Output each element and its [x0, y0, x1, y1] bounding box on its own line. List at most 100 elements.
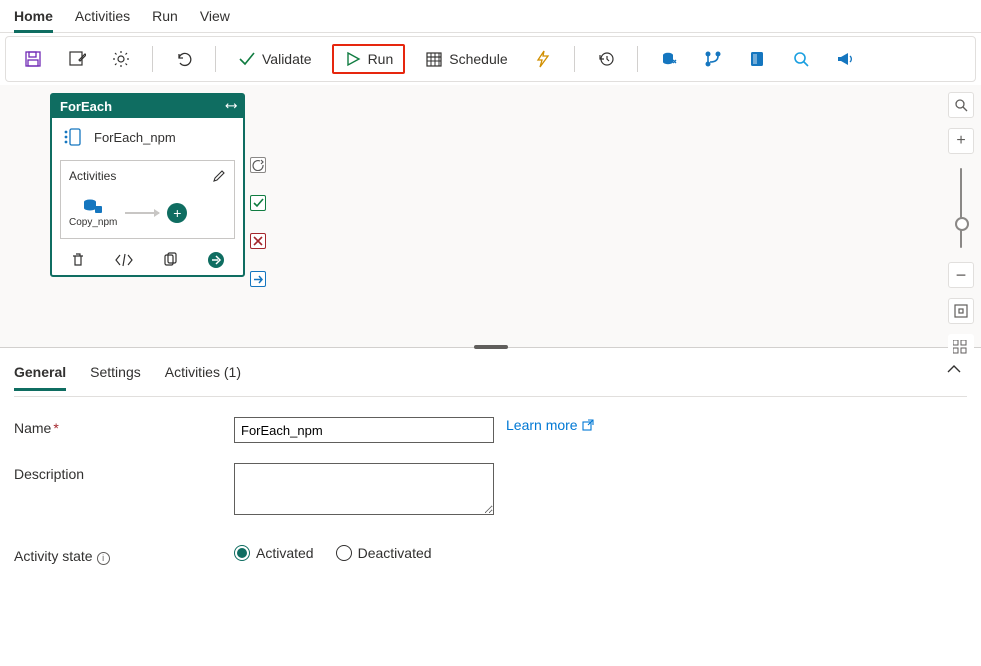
description-label: Description [14, 463, 234, 482]
status-completion-icon[interactable] [250, 271, 266, 287]
validate-label: Validate [262, 51, 312, 67]
settings-button[interactable] [106, 46, 136, 72]
lightning-icon [534, 50, 552, 68]
radio-circle-icon [234, 545, 250, 561]
schedule-button[interactable]: Schedule [419, 46, 513, 72]
learn-more-text: Learn more [506, 417, 578, 433]
save-button[interactable] [18, 46, 48, 72]
play-icon [344, 50, 362, 68]
save-as-icon [68, 50, 86, 68]
description-input[interactable] [234, 463, 494, 515]
inner-title-row: Activities [69, 167, 226, 197]
name-row: Name* Learn more [14, 417, 967, 443]
tab-view[interactable]: View [200, 4, 230, 32]
search-button[interactable] [786, 46, 816, 72]
undo-button[interactable] [169, 46, 199, 72]
card-header[interactable]: ForEach ⤢ [52, 95, 243, 118]
name-input[interactable] [234, 417, 494, 443]
notebook-button[interactable] [742, 46, 772, 72]
toolbar: Validate Run Schedule [5, 36, 976, 82]
tab-run[interactable]: Run [152, 4, 178, 32]
history-icon [597, 50, 615, 68]
run-label: Run [368, 51, 394, 67]
activity-state-radio-group: Activated Deactivated [234, 545, 432, 561]
toolbar-separator [637, 46, 638, 72]
menu-tabs: Home Activities Run View [0, 0, 981, 33]
learn-more-link[interactable]: Learn more [506, 417, 594, 433]
panel-tab-activities[interactable]: Activities (1) [165, 364, 241, 390]
notebook-icon [748, 50, 766, 68]
external-link-icon [582, 419, 594, 431]
name-label: Name* [14, 417, 234, 436]
branch-icon [704, 50, 722, 68]
card-footer [52, 245, 243, 275]
toolbar-separator [574, 46, 575, 72]
go-icon[interactable] [207, 251, 225, 269]
status-connectors [249, 157, 267, 287]
branch-button[interactable] [698, 46, 728, 72]
trigger-button[interactable] [528, 46, 558, 72]
panel-tabs: General Settings Activities (1) [14, 348, 967, 397]
activity-state-label: Activity state i [14, 545, 234, 565]
pipeline-canvas[interactable]: ForEach ⤢ ForEach_npm Activities Copy_np… [0, 85, 981, 348]
search-icon [792, 50, 810, 68]
panel-tab-general[interactable]: General [14, 364, 66, 391]
canvas-search-button[interactable] [948, 92, 974, 118]
tab-home[interactable]: Home [14, 4, 53, 33]
panel-tab-activities-label: Activities [165, 364, 220, 380]
data-button[interactable] [654, 46, 684, 72]
radio-activated[interactable]: Activated [234, 545, 314, 561]
radio-activated-label: Activated [256, 545, 314, 561]
pencil-icon[interactable] [212, 169, 226, 183]
status-success-icon[interactable] [250, 195, 266, 211]
panel-tab-settings[interactable]: Settings [90, 364, 141, 390]
panel-tab-activities-count: 1 [229, 364, 237, 380]
delete-icon[interactable] [70, 252, 86, 268]
radio-deactivated[interactable]: Deactivated [336, 545, 432, 561]
card-name-row: ForEach_npm [52, 118, 243, 156]
radio-deactivated-label: Deactivated [358, 545, 432, 561]
toolbar-separator [152, 46, 153, 72]
save-as-button[interactable] [62, 46, 92, 72]
tab-activities[interactable]: Activities [75, 4, 130, 32]
schedule-label: Schedule [449, 51, 507, 67]
zoom-slider-track[interactable] [960, 168, 962, 248]
status-skip-icon[interactable] [250, 157, 266, 173]
foreach-activity-card[interactable]: ForEach ⤢ ForEach_npm Activities Copy_np… [50, 93, 245, 277]
fit-button[interactable] [948, 298, 974, 324]
flow-row: Copy_npm + [69, 197, 226, 228]
undo-icon [175, 50, 193, 68]
collapse-panel-button[interactable] [947, 364, 961, 374]
copy-database-icon [82, 197, 104, 215]
radio-circle-icon [336, 545, 352, 561]
gear-icon [112, 50, 130, 68]
database-icon [660, 50, 678, 68]
inner-activities-box: Activities Copy_npm + [60, 160, 235, 239]
activity-state-text: Activity state [14, 548, 93, 564]
run-button[interactable]: Run [332, 44, 406, 74]
card-title: ForEach [60, 99, 112, 114]
save-icon [24, 50, 42, 68]
info-icon[interactable]: i [97, 552, 110, 565]
expand-icon[interactable]: ⤢ [223, 99, 238, 114]
card-name: ForEach_npm [94, 130, 176, 145]
copy-icon[interactable] [162, 252, 178, 268]
description-row: Description [14, 463, 967, 515]
add-activity-button[interactable]: + [167, 203, 187, 223]
zoom-in-button[interactable]: + [948, 128, 974, 154]
announce-button[interactable] [830, 46, 860, 72]
inner-title: Activities [69, 169, 116, 183]
calendar-icon [425, 50, 443, 68]
zoom-slider-thumb[interactable] [955, 217, 969, 231]
properties-panel: General Settings Activities (1) Name* Le… [0, 348, 981, 565]
activity-state-row: Activity state i Activated Deactivated [14, 545, 967, 565]
status-fail-icon[interactable] [250, 233, 266, 249]
validate-button[interactable]: Validate [232, 46, 318, 72]
zoom-out-button[interactable]: − [948, 262, 974, 288]
history-button[interactable] [591, 46, 621, 72]
copy-node-label: Copy_npm [69, 217, 117, 228]
code-icon[interactable] [115, 253, 133, 267]
name-label-text: Name [14, 420, 51, 436]
copy-activity-node[interactable]: Copy_npm [69, 197, 117, 228]
toolbar-separator [215, 46, 216, 72]
